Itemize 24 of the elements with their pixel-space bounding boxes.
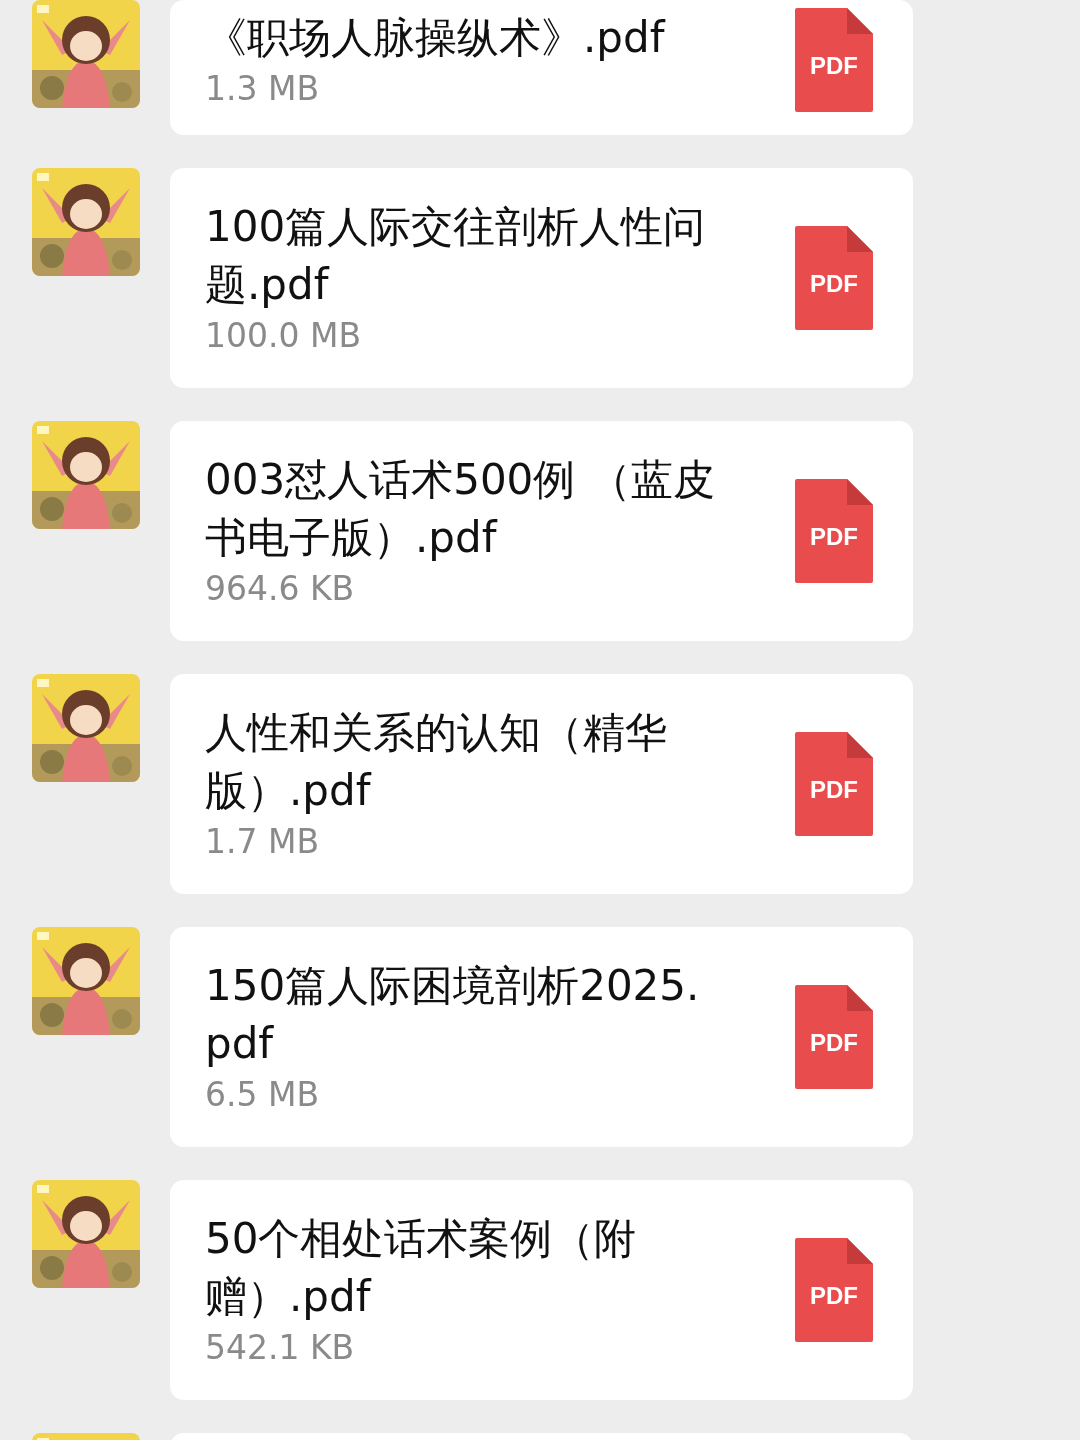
file-size: 6.5 MB xyxy=(205,1074,321,1116)
file-message[interactable]: 003怼人话术500例 （蓝皮书电子版）.pdf 964.6 KB PDF xyxy=(170,421,913,641)
pdf-file-icon: PDF xyxy=(795,985,873,1089)
file-name: 《职场人脉操纵术》.pdf xyxy=(205,11,667,64)
file-message[interactable]: 150篇人际困境剖析2025.pdf 6.5 MB PDF xyxy=(170,927,913,1147)
file-message[interactable]: 100篇人际交往剖析人性问题.pdf 100.0 MB PDF xyxy=(170,168,913,388)
file-name: 50个相处话术案例（附赠）.pdf xyxy=(205,1213,638,1323)
pdf-file-icon: PDF xyxy=(795,479,873,583)
file-size: 964.6 KB xyxy=(205,568,356,610)
file-size: 1.7 MB xyxy=(205,821,321,863)
file-name: 100篇人际交往剖析人性问题.pdf xyxy=(205,201,707,311)
file-size: 100.0 MB xyxy=(205,315,363,357)
file-size: 542.1 KB xyxy=(205,1327,356,1369)
pdf-file-icon: PDF xyxy=(795,1238,873,1342)
file-message[interactable]: 人性和关系的认知（精华版）.pdf 1.7 MB PDF xyxy=(170,674,913,894)
file-name: 人性和关系的认知（精华版）.pdf xyxy=(205,707,668,817)
pdf-file-icon: PDF xyxy=(795,226,873,330)
file-message[interactable]: 《职场人脉操纵术》.pdf 1.3 MB PDF xyxy=(170,0,913,135)
file-name: 150篇人际困境剖析2025.pdf xyxy=(205,960,701,1070)
file-name: 003怼人话术500例 （蓝皮书电子版）.pdf xyxy=(205,454,716,564)
file-message[interactable]: 50个相处话术案例（附赠）.pdf 542.1 KB PDF xyxy=(170,1180,913,1400)
pdf-file-icon: PDF xyxy=(795,7,873,112)
pdf-file-icon: PDF xyxy=(795,732,873,836)
file-size: 1.3 MB xyxy=(205,67,321,110)
